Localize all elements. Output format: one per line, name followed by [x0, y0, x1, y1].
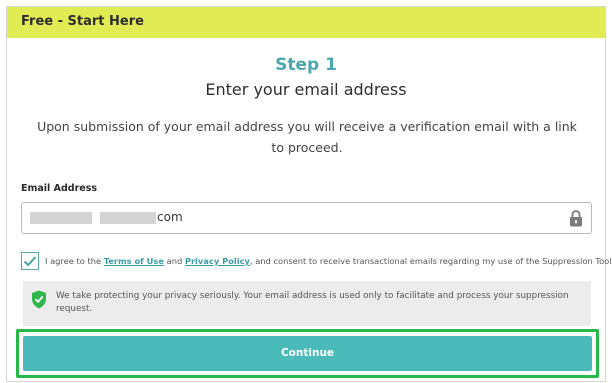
step-subtitle: Enter your email address: [205, 80, 407, 99]
privacy-policy-link[interactable]: Privacy Policy: [185, 256, 250, 266]
instructions-text: Upon submission of your email address yo…: [37, 119, 577, 155]
lock-icon: [570, 210, 582, 227]
checkmark-icon: [23, 256, 37, 267]
redacted-text: [30, 212, 92, 224]
terms-checkbox[interactable]: [21, 252, 39, 270]
shield-check-icon: [32, 290, 46, 309]
continue-button[interactable]: Continue: [23, 336, 592, 371]
terms-prefix: I agree to the: [45, 256, 104, 266]
terms-text: I agree to the Terms of Use and Privacy …: [45, 256, 612, 266]
terms-suffix: , and consent to receive transactional e…: [249, 256, 612, 266]
email-label: Email Address: [21, 183, 98, 194]
redacted-text: [100, 212, 156, 224]
terms-agreement: I agree to the Terms of Use and Privacy …: [21, 252, 612, 274]
card-header: Free - Start Here: [7, 7, 605, 38]
step-title: Step 1: [275, 55, 337, 75]
terms-of-use-link[interactable]: Terms of Use: [104, 256, 164, 266]
email-value: com: [157, 210, 183, 224]
terms-and: and: [163, 256, 185, 266]
continue-button-highlight: Continue: [16, 329, 599, 378]
privacy-notice-text: We take protecting your privacy seriousl…: [56, 291, 569, 314]
signup-card: Free - Start Here Step 1 Enter your emai…: [6, 6, 612, 382]
privacy-notice: We take protecting your privacy seriousl…: [23, 281, 591, 326]
email-field[interactable]: com: [21, 202, 592, 234]
